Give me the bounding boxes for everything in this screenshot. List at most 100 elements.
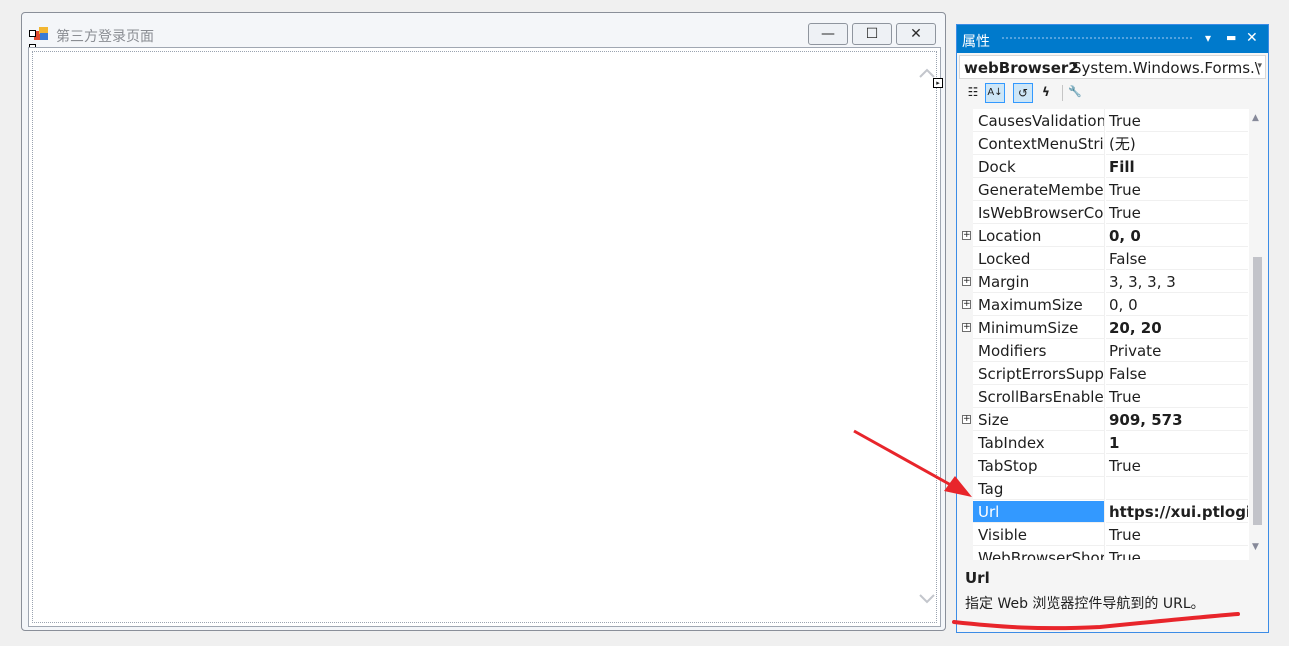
properties-panel: 属性 ▾ ▬ ✕ webBrowser2 System.Windows.Form… [956, 24, 1269, 633]
property-name[interactable]: Tag [973, 478, 1104, 500]
webbrowser-control[interactable]: ▸ [28, 47, 943, 627]
property-value[interactable]: (无) [1106, 133, 1248, 155]
property-row[interactable]: ContextMenuStrip (无) [959, 133, 1248, 156]
scroll-down-arrow-icon[interactable]: ▼ [1252, 542, 1259, 552]
property-name[interactable]: Modifiers [973, 340, 1104, 362]
property-name[interactable]: ContextMenuStrip [973, 133, 1104, 155]
maximize-icon: ☐ [865, 26, 879, 42]
property-row[interactable]: CausesValidation True [959, 110, 1248, 133]
property-name[interactable]: Size [973, 409, 1104, 431]
property-name[interactable]: CausesValidation [973, 110, 1104, 132]
description-text: 指定 Web 浏览器控件导航到的 URL。 [965, 596, 1205, 612]
property-name[interactable]: Visible [973, 524, 1104, 546]
property-row[interactable]: IsWebBrowserContextMenuEnabledTrue [959, 202, 1248, 225]
property-name[interactable]: TabIndex [973, 432, 1104, 454]
expand-icon[interactable]: + [962, 231, 971, 240]
property-value[interactable]: True [1106, 455, 1248, 477]
property-value[interactable]: Fill [1106, 156, 1248, 178]
form-titlebar: 第三方登录页面 — ☐ ✕ [22, 13, 945, 49]
property-row[interactable]: + MaximumSize 0, 0 [959, 294, 1248, 317]
expand-icon[interactable]: + [962, 277, 971, 286]
property-name[interactable]: Dock [973, 156, 1104, 178]
property-name[interactable]: GenerateMember [973, 179, 1104, 201]
form-app-icon [34, 27, 48, 40]
property-name[interactable]: IsWebBrowserContextMenuEnabled [973, 202, 1104, 224]
property-value[interactable]: True [1106, 386, 1248, 408]
property-value[interactable]: True [1106, 110, 1248, 132]
property-grid: ▲ ▼ CausesValidation True ContextMenuStrip… [959, 109, 1266, 560]
object-type: System.Windows.Forms.\ [1072, 59, 1260, 77]
property-row[interactable]: Locked False [959, 248, 1248, 271]
form-designer-window[interactable]: 第三方登录页面 — ☐ ✕ ▸ [21, 12, 946, 631]
property-row[interactable]: Url https://xui.ptlogin [959, 501, 1248, 524]
property-name[interactable]: TabStop [973, 455, 1104, 477]
property-value[interactable]: 1 [1106, 432, 1248, 454]
categorized-icon[interactable]: ☷ [963, 83, 983, 103]
property-row[interactable]: ScriptErrorsSuppressedFalse [959, 363, 1248, 386]
property-row[interactable]: WebBrowserShortcutsEnabledTrue [959, 547, 1248, 560]
property-value[interactable]: True [1106, 179, 1248, 201]
events-icon[interactable]: ϟ [1036, 83, 1056, 103]
property-name[interactable]: Locked [973, 248, 1104, 270]
object-selector[interactable]: webBrowser2 System.Windows.Forms.\ ▾ [959, 55, 1266, 79]
titlebar-grip [1001, 36, 1192, 41]
properties-titlebar[interactable]: 属性 ▾ ▬ ✕ [957, 25, 1268, 53]
property-name[interactable]: Url [973, 501, 1104, 523]
alphabetical-icon[interactable]: A↓ [985, 83, 1005, 103]
property-row[interactable]: Dock Fill [959, 156, 1248, 179]
property-row[interactable]: TabIndex 1 [959, 432, 1248, 455]
property-name[interactable]: MaximumSize [973, 294, 1104, 316]
scroll-up-icon[interactable] [917, 66, 937, 80]
property-value[interactable]: 0, 0 [1106, 225, 1248, 247]
toolbar-separator [1062, 85, 1063, 101]
dropdown-icon[interactable]: ▾ [1205, 30, 1211, 46]
property-row[interactable]: + Size 909, 573 [959, 409, 1248, 432]
minimize-button[interactable]: — [808, 23, 848, 45]
property-grid-scrollbar[interactable]: ▲ ▼ [1249, 109, 1266, 560]
property-name[interactable]: WebBrowserShortcutsEnabled [973, 547, 1104, 560]
property-name[interactable]: MinimumSize [973, 317, 1104, 339]
panel-close-icon[interactable]: ✕ [1246, 30, 1258, 46]
resize-handle-top-left[interactable] [29, 30, 36, 37]
description-title: Url [965, 569, 990, 587]
property-row[interactable]: ScrollBarsEnabled True [959, 386, 1248, 409]
expand-icon[interactable]: + [962, 323, 971, 332]
property-value[interactable]: False [1106, 248, 1248, 270]
property-name[interactable]: Margin [973, 271, 1104, 293]
property-row[interactable]: GenerateMember True [959, 179, 1248, 202]
pin-icon[interactable]: ▬ [1226, 30, 1236, 46]
property-value[interactable] [1106, 478, 1248, 500]
property-value[interactable]: 3, 3, 3, 3 [1106, 271, 1248, 293]
property-value[interactable]: 0, 0 [1106, 294, 1248, 316]
expand-icon[interactable]: + [962, 300, 971, 309]
property-row[interactable]: + MinimumSize 20, 20 [959, 317, 1248, 340]
expand-icon[interactable]: + [962, 415, 971, 424]
property-row[interactable]: Modifiers Private [959, 340, 1248, 363]
scrollbar-thumb[interactable] [1253, 257, 1262, 525]
property-value[interactable]: 20, 20 [1106, 317, 1248, 339]
property-name[interactable]: ScriptErrorsSuppressed [973, 363, 1104, 385]
minimize-icon: — [821, 26, 835, 42]
property-value[interactable]: https://xui.ptlogin [1106, 501, 1248, 523]
property-row[interactable]: Tag [959, 478, 1248, 501]
maximize-button[interactable]: ☐ [852, 23, 892, 45]
close-button[interactable]: ✕ [896, 23, 936, 45]
property-row[interactable]: + Margin 3, 3, 3, 3 [959, 271, 1248, 294]
scroll-down-icon[interactable] [917, 592, 937, 606]
properties-icon[interactable]: ↺ [1013, 83, 1033, 103]
property-value[interactable]: True [1106, 547, 1248, 560]
property-name[interactable]: Location [973, 225, 1104, 247]
property-value[interactable]: Private [1106, 340, 1248, 362]
property-row[interactable]: + Location 0, 0 [959, 225, 1248, 248]
property-value[interactable]: True [1106, 524, 1248, 546]
control-selection-border [32, 51, 937, 623]
property-value[interactable]: 909, 573 [1106, 409, 1248, 431]
properties-toolbar: ☷ A↓ ↺ ϟ 🔧 [959, 83, 1266, 107]
scroll-up-arrow-icon[interactable]: ▲ [1252, 113, 1259, 123]
property-pages-icon[interactable]: 🔧 [1065, 83, 1085, 103]
property-name[interactable]: ScrollBarsEnabled [973, 386, 1104, 408]
property-row[interactable]: Visible True [959, 524, 1248, 547]
property-value[interactable]: True [1106, 202, 1248, 224]
property-value[interactable]: False [1106, 363, 1248, 385]
property-row[interactable]: TabStop True [959, 455, 1248, 478]
